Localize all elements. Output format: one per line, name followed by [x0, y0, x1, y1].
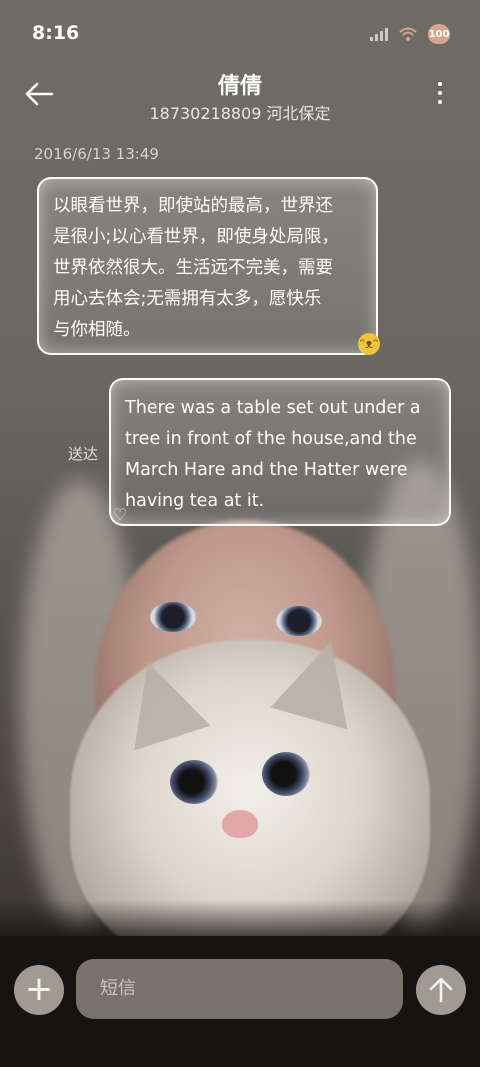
outgoing-message-bubble[interactable]: There was a table set out under a tree i…: [109, 378, 451, 526]
battery-level: 100: [428, 28, 450, 40]
status-time: 8:16: [32, 22, 80, 44]
plus-icon[interactable]: +: [14, 965, 64, 1015]
delivery-status: 送达: [68, 445, 99, 463]
more-options-icon[interactable]: [436, 82, 444, 104]
message-line: 是很小;以心看世界，即使身处局限，: [53, 227, 339, 247]
cat-emoji-icon: ᵔᴥᵔ: [358, 333, 380, 355]
message-line: 以眼看世界，即使站的最高，世界还: [53, 196, 333, 216]
contact-name: 倩倩: [217, 74, 262, 99]
status-bar: 8:16 100: [0, 0, 480, 68]
message-composer: + 短信: [0, 936, 480, 1067]
chat-header: 倩倩 18730218809 河北保定: [0, 62, 480, 132]
message-line: March Hare and the Hatter were: [125, 460, 408, 480]
message-line: tree in front of the house,and the: [125, 429, 417, 449]
status-icons: 100: [370, 24, 450, 44]
contact-info: 18730218809 河北保定: [149, 104, 331, 123]
incoming-message-bubble[interactable]: 以眼看世界，即使站的最高，世界还 是很小;以心看世界，即使身处局限， 世界依然很…: [37, 177, 378, 355]
message-input[interactable]: 短信: [76, 959, 403, 1019]
battery-icon: 100: [428, 24, 450, 44]
message-line: 用心去体会;无需拥有太多，愿快乐: [53, 289, 322, 309]
message-line: having tea at it.: [125, 491, 265, 511]
message-line: 世界依然很大。生活远不完美，需要: [53, 258, 333, 278]
arrow-up-icon: [429, 977, 453, 1003]
message-line: There was a table set out under a: [125, 398, 421, 418]
signal-icon: [370, 27, 388, 41]
heart-emoji-icon: ♡: [112, 505, 128, 524]
message-line: 与你相随。: [53, 320, 141, 340]
wifi-icon: [399, 27, 417, 41]
send-button[interactable]: [416, 965, 466, 1015]
message-timestamp: 2016/6/13 13:49: [34, 145, 159, 163]
